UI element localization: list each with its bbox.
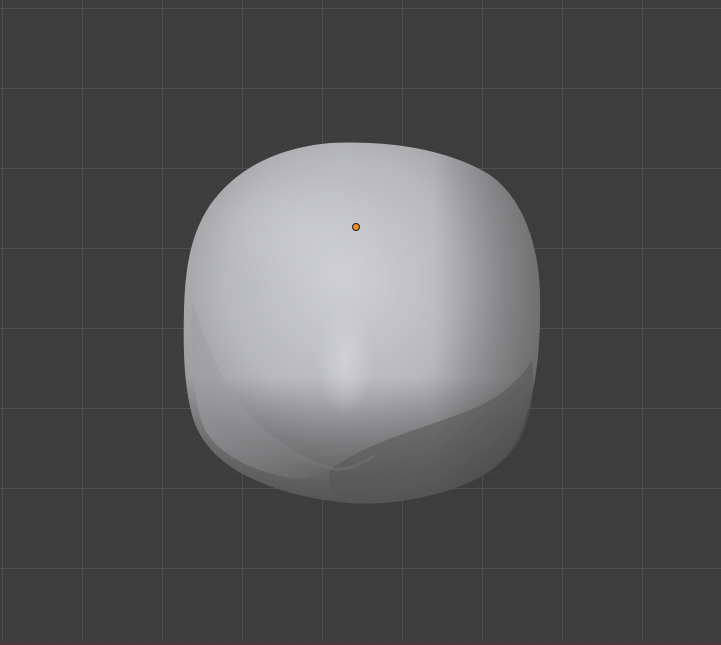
object-origin-dot-icon[interactable]: [352, 223, 360, 231]
sculpted-head-mesh[interactable]: [0, 0, 721, 645]
3d-viewport[interactable]: [0, 0, 721, 645]
